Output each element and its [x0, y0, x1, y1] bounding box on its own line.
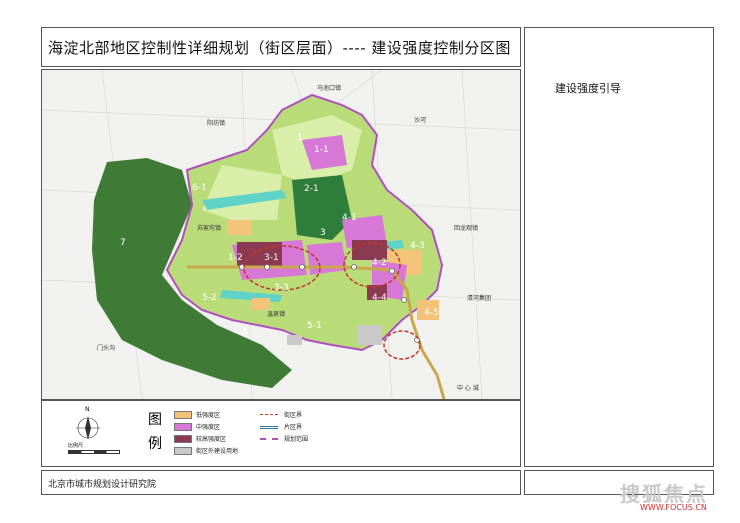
- legend-label-range: 规划范围: [284, 436, 309, 443]
- zone-label: 5-2: [202, 293, 217, 303]
- zone-label: 3: [320, 228, 326, 238]
- zone-label: 4-5: [424, 308, 439, 318]
- zone-label: 6: [242, 328, 248, 338]
- footer-institute: 北京市城市规划设计研究院: [48, 480, 157, 490]
- legend-label-block: 街区界: [284, 412, 303, 419]
- compass: N 比例尺: [68, 406, 120, 456]
- legend-title-2: 例: [148, 436, 162, 452]
- zone-label: 1-1: [314, 145, 329, 155]
- legend-swatch-low: [174, 411, 192, 419]
- place-label: 门头沟: [97, 344, 115, 352]
- zone-label: 4-2: [372, 258, 387, 268]
- legend-label-high: 较高强度区: [196, 436, 227, 443]
- place-label: 回龙观镇: [454, 224, 478, 232]
- place-label: 中 心 城: [457, 384, 479, 392]
- zone-label: 1-2: [228, 253, 243, 263]
- scale-bar: [68, 450, 120, 454]
- place-label: 温泉镇: [267, 310, 285, 318]
- zone-label: 4-1: [342, 213, 357, 223]
- zone-label: 6-1: [192, 183, 207, 193]
- place-label: 沙河: [414, 116, 426, 124]
- zone-label: 3-1: [264, 253, 279, 263]
- legend-swatch-high: [174, 435, 192, 443]
- legend-label-gray: 街区外建设用地: [196, 448, 239, 455]
- legend-line-area: [260, 426, 278, 429]
- legend-label-area: 片区界: [284, 424, 303, 431]
- watermark-url: WWW.FOCUS.CN: [640, 503, 707, 512]
- map-panel[interactable]: 1 1-1 2-1 6-1 7 3 4-1 4-3 1-2 3-1 3-3 4-…: [41, 69, 521, 400]
- legend-swatch-gray: [174, 447, 192, 455]
- zone-label: 4-3: [410, 241, 425, 251]
- place-label: 马池口镇: [317, 84, 341, 92]
- legend-panel: N 比例尺 图 例 低强度区 中强度区 较高强度区 街区外建设用地 街区界 片区…: [41, 400, 521, 467]
- legend-line-range: [260, 438, 278, 440]
- zone-label: 4-4: [372, 293, 387, 303]
- scale-label: 比例尺: [68, 443, 84, 449]
- side-panel-title: 建设强度引导: [555, 82, 621, 95]
- side-panel: 建设强度引导: [524, 27, 714, 467]
- zone-label: 2-1: [304, 184, 319, 194]
- legend-swatch-mid: [174, 423, 192, 431]
- legend-label-low: 低强度区: [196, 412, 221, 419]
- zone-label: 5-1: [307, 321, 322, 331]
- legend-line-block: [260, 414, 278, 415]
- legend-label-mid: 中强度区: [196, 424, 221, 431]
- place-label: 苏家坨镇: [197, 224, 221, 232]
- footer: 北京市城市规划设计研究院: [41, 470, 521, 495]
- place-label: 阳坊镇: [207, 119, 225, 127]
- place-label: 清河集团: [467, 294, 491, 302]
- compass-icon: [76, 416, 100, 440]
- compass-north-label: N: [85, 406, 90, 413]
- zone-label: 7: [120, 238, 126, 248]
- legend-title-1: 图: [148, 412, 162, 428]
- zoning-map[interactable]: 1 1-1 2-1 6-1 7 3 4-1 4-3 1-2 3-1 3-3 4-…: [42, 70, 520, 399]
- zone-label: 3-3: [274, 283, 289, 293]
- page-title: 海淀北部地区控制性详细规划（街区层面）---- 建设强度控制分区图: [48, 39, 511, 57]
- zone-label: 1: [297, 133, 303, 143]
- title-box: 海淀北部地区控制性详细规划（街区层面）---- 建设强度控制分区图: [41, 27, 521, 67]
